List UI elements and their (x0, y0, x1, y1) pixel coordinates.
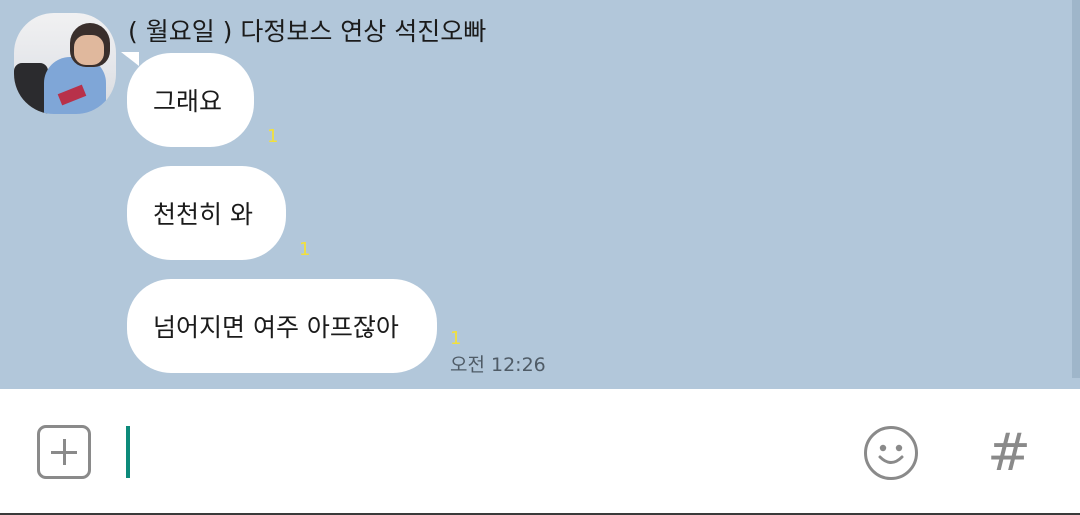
message-text: 그래요 (153, 87, 223, 116)
unread-count: 1 (299, 239, 311, 260)
plus-square-icon[interactable] (37, 425, 91, 479)
sender-avatar[interactable] (14, 13, 116, 114)
message-text: 넘어지면 여주 아프잖아 (153, 313, 399, 342)
bubble-tail (121, 52, 139, 66)
chat-screen: ( 월요일 ) 다정보스 연상 석진오빠 그래요 1 천천히 와 1 넘어지면 … (0, 0, 1080, 515)
hashtag-icon[interactable]: # (980, 424, 1038, 482)
message-input[interactable] (118, 418, 818, 484)
sender-name: ( 월요일 ) 다정보스 연상 석진오빠 (128, 17, 487, 46)
smiley-face-icon[interactable] (862, 424, 920, 482)
chat-message-area[interactable]: ( 월요일 ) 다정보스 연상 석진오빠 그래요 1 천천히 와 1 넘어지면 … (0, 0, 1080, 389)
unread-count: 1 (267, 126, 279, 147)
avatar-background-figure (14, 63, 48, 114)
avatar-face (74, 35, 104, 65)
message-bubble[interactable]: 그래요 (127, 53, 254, 147)
message-text: 천천히 와 (153, 200, 253, 229)
scrollbar[interactable] (1072, 0, 1080, 378)
message-bubble[interactable]: 천천히 와 (127, 166, 286, 260)
text-caret (126, 426, 130, 478)
message-time: 오전 12:26 (450, 354, 546, 376)
unread-count: 1 (450, 328, 462, 349)
message-bubble[interactable]: 넘어지면 여주 아프잖아 (127, 279, 437, 373)
